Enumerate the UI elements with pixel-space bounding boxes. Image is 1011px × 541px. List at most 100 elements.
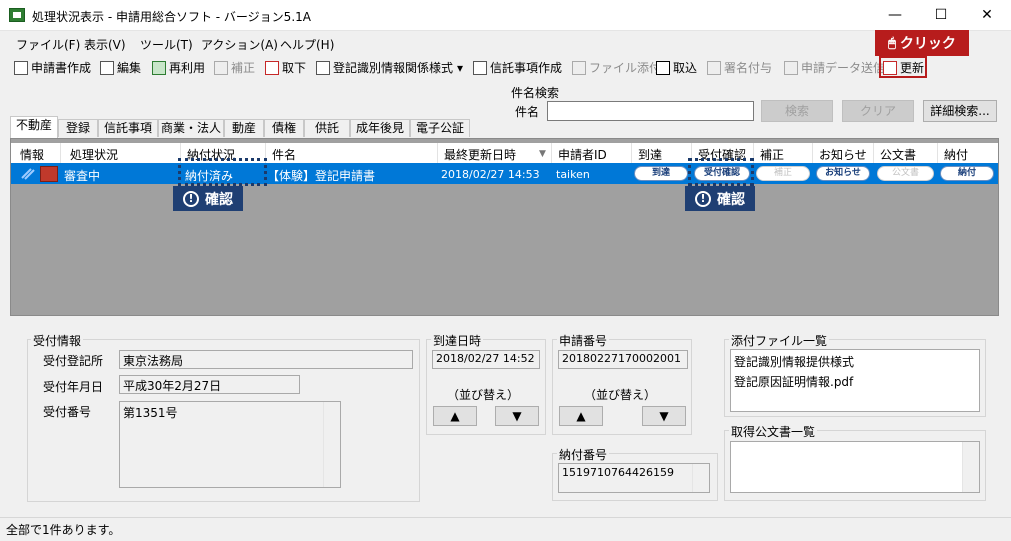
withdraw-button[interactable]: 取下 <box>265 59 306 76</box>
notice-button[interactable]: お知らせ <box>816 166 870 181</box>
import-button[interactable]: 取込 <box>656 59 697 76</box>
arrival-label: 到達日時 <box>431 332 484 349</box>
menu-file[interactable]: ファイル(F) <box>16 36 80 53</box>
scrollbar[interactable] <box>962 442 979 492</box>
tab-registration[interactable]: 登録 <box>58 119 98 137</box>
menu-view[interactable]: 表示(V) <box>84 36 126 53</box>
receipt-info-label: 受付情報 <box>31 332 84 349</box>
arrival-sort-down-button[interactable]: ▼ <box>495 406 539 426</box>
row-subject: 【体験】登記申請書 <box>267 169 376 183</box>
search-label: 件名 <box>515 105 540 119</box>
edit-button[interactable]: 編集 <box>100 59 141 76</box>
registration-form-button[interactable]: 登記識別情報関係様式 ▾ <box>316 59 463 76</box>
maximize-button[interactable]: ☐ <box>918 0 964 30</box>
send-icon <box>784 60 798 75</box>
col-subject[interactable]: 件名 <box>272 146 296 163</box>
refresh-icon <box>883 60 897 75</box>
reuse-button[interactable]: 再利用 <box>152 59 205 76</box>
correct-button[interactable]: 補正 <box>214 59 255 76</box>
minimize-button[interactable]: — <box>872 0 918 30</box>
scrollbar[interactable] <box>323 402 340 487</box>
date-field: 平成30年2月27日 <box>119 375 300 394</box>
correct-icon <box>214 60 228 75</box>
row-applicant: taiken <box>556 168 590 181</box>
col-divider <box>631 143 632 163</box>
detail-search-button[interactable]: 詳細検索... <box>923 100 997 122</box>
trust-create-button[interactable]: 信託事項作成 <box>473 59 562 76</box>
arrival-sort-up-button[interactable]: ▲ <box>433 406 477 426</box>
tab-movables[interactable]: 動産 <box>224 119 264 137</box>
edit-icon <box>100 60 114 75</box>
attach-file-button[interactable]: ファイル添付 <box>572 59 661 76</box>
chevron-down-icon: ▾ <box>457 60 464 75</box>
import-icon <box>656 60 670 75</box>
status-bar <box>0 517 1011 541</box>
search-group-label: 件名検索 <box>511 86 560 100</box>
tab-deposit[interactable]: 供託 <box>304 119 350 137</box>
create-application-button[interactable]: 申請書作成 <box>14 59 91 76</box>
row-updated: 2018/02/27 14:53 <box>441 168 540 181</box>
col-pay[interactable]: 納付 <box>944 146 968 163</box>
tab-guardianship[interactable]: 成年後見 <box>350 119 410 137</box>
payment-number-label: 納付番号 <box>557 446 610 463</box>
document-icon <box>14 60 28 75</box>
col-divider <box>873 143 874 163</box>
info-icon: ! <box>695 190 711 207</box>
col-notice[interactable]: お知らせ <box>819 146 867 163</box>
col-info[interactable]: 情報 <box>20 146 44 163</box>
col-official[interactable]: 公文書 <box>880 146 916 163</box>
tab-notary[interactable]: 電子公証 <box>410 119 470 137</box>
col-arrival[interactable]: 到達 <box>638 146 662 163</box>
reuse-icon <box>152 60 166 75</box>
menu-action[interactable]: アクション(A) <box>201 36 278 53</box>
list-item[interactable]: 登記識別情報提供様式 <box>734 352 976 372</box>
documents-label: 取得公文書一覧 <box>729 423 818 440</box>
scrollbar[interactable] <box>692 464 709 492</box>
menu-tools[interactable]: ツール(T) <box>140 36 193 53</box>
attachment-clip-icon <box>21 168 35 180</box>
tab-real-estate[interactable]: 不動産 <box>10 116 58 138</box>
col-updated[interactable]: 最終更新日時 <box>444 146 516 163</box>
arrival-sort-label: （並び替え） <box>447 388 520 402</box>
menu-help[interactable]: ヘルプ(H) <box>280 36 334 53</box>
application-field: 20180227170002001 <box>558 350 688 369</box>
clear-button[interactable]: クリア <box>842 100 914 122</box>
pay-button[interactable]: 納付 <box>940 166 994 181</box>
col-applicant[interactable]: 申請者ID <box>558 146 607 163</box>
send-data-button[interactable]: 申請データ送信 <box>784 59 885 76</box>
tab-receivables[interactable]: 債権 <box>264 119 304 137</box>
refresh-button[interactable]: 更新 <box>883 59 924 76</box>
mouse-icon: 🖱 <box>888 35 896 51</box>
col-correction[interactable]: 補正 <box>760 146 784 163</box>
application-sort-up-button[interactable]: ▲ <box>559 406 603 426</box>
close-button[interactable]: ✕ <box>964 0 1010 30</box>
office-field: 東京法務局 <box>119 350 413 369</box>
withdraw-icon <box>265 60 279 75</box>
arrival-field: 2018/02/27 14:52 <box>432 350 540 369</box>
col-divider <box>551 143 552 163</box>
arrival-button[interactable]: 到達 <box>634 166 688 181</box>
tab-commercial[interactable]: 商業・法人 <box>158 119 224 137</box>
col-divider <box>812 143 813 163</box>
search-button[interactable]: 検索 <box>761 100 833 122</box>
window-title: 処理状況表示 - 申請用総合ソフト - バージョン5.1A <box>32 10 311 24</box>
payment-number-field: 1519710764426159 <box>558 463 710 493</box>
official-doc-button[interactable]: 公文書 <box>877 166 934 181</box>
col-divider <box>437 143 438 163</box>
sort-desc-icon: ▼ <box>539 149 546 159</box>
info-icon: ! <box>183 190 199 207</box>
sign-icon <box>707 60 721 75</box>
sign-button[interactable]: 署名付与 <box>707 59 772 76</box>
col-status[interactable]: 処理状況 <box>70 146 118 163</box>
confirm-callout: ! 確認 <box>173 186 243 211</box>
office-label: 受付登記所 <box>43 354 104 368</box>
app-icon <box>9 8 25 22</box>
receipt-highlight <box>688 158 754 186</box>
list-item[interactable]: 登記原因証明情報.pdf <box>734 372 976 392</box>
col-divider <box>937 143 938 163</box>
subject-search-input[interactable] <box>547 101 754 121</box>
tab-trust[interactable]: 信託事項 <box>98 119 158 137</box>
correction-button[interactable]: 補正 <box>756 166 810 181</box>
status-text: 全部で1件あります。 <box>6 523 121 537</box>
application-sort-down-button[interactable]: ▼ <box>642 406 686 426</box>
